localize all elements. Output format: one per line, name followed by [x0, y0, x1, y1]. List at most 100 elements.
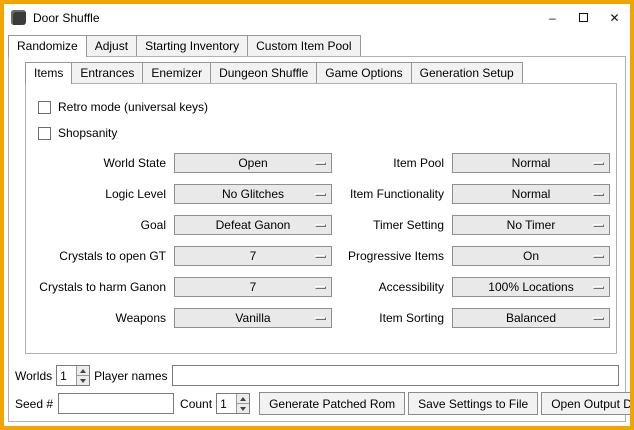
save-settings-button[interactable]: Save Settings to File [408, 392, 538, 415]
dropdown-indicator-icon [593, 286, 604, 289]
crystals-open-gt-value: 7 [250, 249, 257, 263]
retro-mode-label: Retro mode (universal keys) [58, 100, 208, 114]
tab-generation-setup[interactable]: Generation Setup [411, 62, 523, 83]
crystals-open-gt-label: Crystals to open GT [38, 246, 166, 266]
seed-input[interactable] [58, 393, 174, 414]
count-spin-down-button[interactable] [237, 403, 249, 413]
world-state-dropdown[interactable]: Open [174, 153, 332, 173]
world-state-label: World State [38, 153, 166, 173]
dropdown-indicator-icon [593, 224, 604, 227]
accessibility-dropdown[interactable]: 100% Locations [452, 277, 610, 297]
sub-tab-bar: Items Entrances Enemizer Dungeon Shuffle… [25, 62, 625, 83]
logic-level-label: Logic Level [38, 184, 166, 204]
shopsanity-label: Shopsanity [58, 126, 117, 140]
tab-enemizer[interactable]: Enemizer [142, 62, 211, 83]
spin-up-icon [80, 369, 86, 373]
window-controls: – ✕ [537, 4, 630, 31]
count-spinner [216, 393, 250, 414]
spin-down-icon [80, 379, 86, 383]
spin-down-icon [240, 407, 246, 411]
tab-entrances[interactable]: Entrances [71, 62, 143, 83]
logic-level-value: No Glitches [222, 187, 284, 201]
worlds-spin-arrows [76, 366, 89, 385]
timer-setting-dropdown[interactable]: No Timer [452, 215, 610, 235]
item-pool-label: Item Pool [340, 153, 444, 173]
window-title: Door Shuffle [33, 11, 100, 25]
tab-randomize[interactable]: Randomize [8, 35, 87, 57]
shopsanity-row: Shopsanity [38, 123, 616, 143]
randomize-tab-panel: Items Entrances Enemizer Dungeon Shuffle… [8, 56, 626, 422]
close-icon: ✕ [609, 11, 619, 25]
worlds-spin-up-button[interactable] [77, 366, 89, 375]
accessibility-value: 100% Locations [488, 280, 573, 294]
item-sorting-label: Item Sorting [340, 308, 444, 328]
minimize-icon: – [549, 11, 556, 25]
item-sorting-value: Balanced [506, 311, 556, 325]
count-label: Count [180, 397, 212, 411]
seed-row: Seed # Count Generate Patched Rom Save S… [15, 392, 619, 415]
goal-value: Defeat Ganon [216, 218, 291, 232]
generate-patched-rom-button[interactable]: Generate Patched Rom [259, 392, 405, 415]
player-names-input[interactable] [172, 365, 620, 386]
item-sorting-dropdown[interactable]: Balanced [452, 308, 610, 328]
item-functionality-label: Item Functionality [340, 184, 444, 204]
progressive-items-label: Progressive Items [340, 246, 444, 266]
worlds-spinner [56, 365, 90, 386]
tab-custom-item-pool[interactable]: Custom Item Pool [247, 35, 360, 56]
item-pool-value: Normal [512, 156, 551, 170]
worlds-spin-down-button[interactable] [77, 375, 89, 385]
dropdown-indicator-icon [593, 193, 604, 196]
dropdown-indicator-icon [315, 162, 326, 165]
weapons-dropdown[interactable]: Vanilla [174, 308, 332, 328]
seed-label: Seed # [15, 397, 53, 411]
goal-dropdown[interactable]: Defeat Ganon [174, 215, 332, 235]
player-names-label: Player names [94, 369, 167, 383]
minimize-button[interactable]: – [537, 4, 568, 31]
titlebar: Door Shuffle – ✕ [4, 4, 630, 31]
world-state-value: Open [238, 156, 267, 170]
tab-game-options[interactable]: Game Options [316, 62, 411, 83]
count-spin-arrows [236, 394, 249, 413]
item-functionality-dropdown[interactable]: Normal [452, 184, 610, 204]
progressive-items-value: On [523, 249, 539, 263]
tab-adjust[interactable]: Adjust [86, 35, 137, 56]
count-spin-up-button[interactable] [237, 394, 249, 403]
crystals-harm-ganon-label: Crystals to harm Ganon [38, 277, 166, 297]
window: Door Shuffle – ✕ Randomize Adjust Starti… [0, 0, 634, 430]
dropdown-indicator-icon [315, 286, 326, 289]
worlds-label: Worlds [15, 369, 52, 383]
main-tab-bar: Randomize Adjust Starting Inventory Cust… [8, 35, 630, 56]
settings-grid: World State Open Item Pool Normal Logic … [38, 153, 616, 328]
weapons-label: Weapons [38, 308, 166, 328]
retro-mode-checkbox[interactable] [38, 101, 51, 114]
items-tab-panel: Retro mode (universal keys) Shopsanity W… [25, 83, 617, 354]
dropdown-indicator-icon [315, 255, 326, 258]
maximize-button[interactable] [568, 4, 599, 31]
close-button[interactable]: ✕ [599, 4, 630, 31]
shopsanity-checkbox[interactable] [38, 127, 51, 140]
progressive-items-dropdown[interactable]: On [452, 246, 610, 266]
tab-dungeon-shuffle[interactable]: Dungeon Shuffle [210, 62, 317, 83]
tab-starting-inventory[interactable]: Starting Inventory [136, 35, 248, 56]
dropdown-indicator-icon [315, 224, 326, 227]
count-input[interactable] [217, 394, 236, 413]
worlds-row: Worlds Player names [15, 364, 619, 387]
worlds-input[interactable] [57, 366, 76, 385]
retro-mode-row: Retro mode (universal keys) [38, 97, 616, 117]
tab-items[interactable]: Items [25, 62, 72, 84]
dropdown-indicator-icon [593, 255, 604, 258]
open-output-directory-button[interactable]: Open Output Directory [541, 392, 634, 415]
item-pool-dropdown[interactable]: Normal [452, 153, 610, 173]
goal-label: Goal [38, 215, 166, 235]
crystals-harm-ganon-dropdown[interactable]: 7 [174, 277, 332, 297]
crystals-harm-ganon-value: 7 [250, 280, 257, 294]
maximize-icon [579, 13, 588, 22]
timer-setting-label: Timer Setting [340, 215, 444, 235]
accessibility-label: Accessibility [340, 277, 444, 297]
app-icon [11, 10, 26, 25]
weapons-value: Vanilla [235, 311, 270, 325]
crystals-open-gt-dropdown[interactable]: 7 [174, 246, 332, 266]
item-functionality-value: Normal [512, 187, 551, 201]
logic-level-dropdown[interactable]: No Glitches [174, 184, 332, 204]
dropdown-indicator-icon [593, 317, 604, 320]
